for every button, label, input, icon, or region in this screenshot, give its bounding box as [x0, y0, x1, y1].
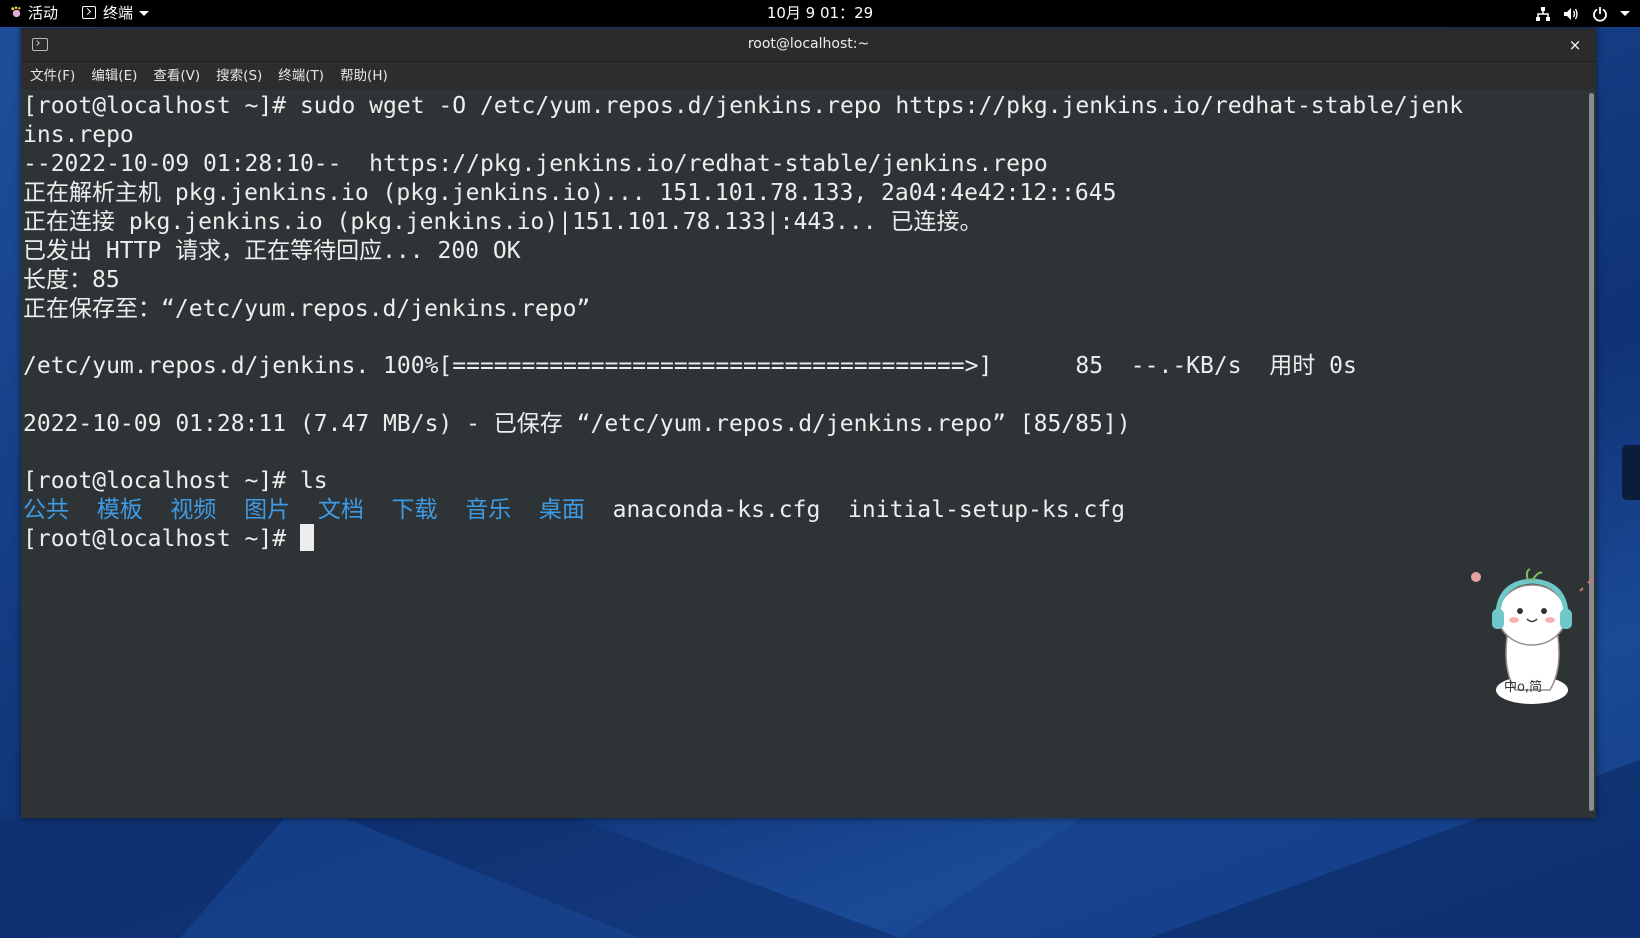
terminal-line: ins.repo	[23, 122, 134, 148]
progress-line: /etc/yum.repos.d/jenkins. 100%[=========…	[23, 353, 1357, 379]
file-entry: anaconda-ks.cfg	[612, 497, 821, 523]
ls-output: 公共 模板 视频 图片 文档 下载 音乐 桌面 anaconda-ks.cfg …	[23, 495, 1125, 525]
terminal-line: 正在连接 pkg.jenkins.io (pkg.jenkins.io)|151…	[23, 209, 983, 235]
workspace-handle[interactable]	[1622, 445, 1640, 500]
terminal-line: 已发出 HTTP 请求，正在等待回应... 200 OK	[23, 238, 521, 264]
sticker-text: 中o,简	[1504, 679, 1542, 695]
gnome-foot-icon	[11, 6, 21, 18]
system-tray[interactable]	[1535, 0, 1630, 27]
dir-entry: 音乐	[465, 497, 512, 523]
terminal-line: [root@localhost ~]# sudo wget -O /etc/yu…	[23, 93, 1464, 119]
terminal-window: root@localhost:~ × 文件(F) 编辑(E) 查看(V) 搜索(S) 终…	[21, 28, 1596, 818]
app-menu-label: 终端	[103, 4, 134, 22]
menu-edit[interactable]: 编辑(E)	[83, 62, 145, 90]
prompt-line: [root@localhost ~]#	[23, 524, 314, 554]
terminal-line: 正在保存至：“/etc/yum.repos.d/jenkins.repo”	[23, 296, 591, 322]
activities-button[interactable]: 活动	[10, 0, 58, 27]
dir-entry: 下载	[391, 497, 438, 523]
dir-entry: 文档	[317, 497, 364, 523]
terminal-line: --2022-10-09 01:28:10-- https://pkg.jenk…	[23, 151, 1048, 177]
terminal-line: [root@localhost ~]# ls	[23, 468, 328, 494]
terminal-icon	[82, 6, 96, 19]
dir-entry: 桌面	[538, 497, 585, 523]
menu-bar: 文件(F) 编辑(E) 查看(V) 搜索(S) 终端(T) 帮助(H)	[21, 62, 1596, 90]
window-titlebar[interactable]: root@localhost:~ ×	[21, 28, 1596, 62]
app-menu-terminal[interactable]: 终端	[82, 0, 150, 27]
activities-label: 活动	[28, 4, 59, 22]
clock[interactable]: 10月 9 01：29	[0, 0, 1640, 27]
menu-view[interactable]: 查看(V)	[145, 62, 208, 90]
chevron-down-icon	[1620, 11, 1630, 16]
close-button[interactable]: ×	[1565, 35, 1585, 55]
top-bar: 活动 终端 10月 9 01：29	[0, 0, 1640, 27]
menu-terminal[interactable]: 终端(T)	[270, 62, 332, 90]
dir-entry: 模板	[96, 497, 143, 523]
new-tab-icon[interactable]	[32, 38, 48, 51]
terminal-line: 正在解析主机 pkg.jenkins.io (pkg.jenkins.io)..…	[23, 180, 1117, 206]
menu-help[interactable]: 帮助(H)	[332, 62, 396, 90]
dir-entry: 图片	[244, 497, 291, 523]
terminal-line: 2022-10-09 01:28:11 (7.47 MB/s) - 已保存 “/…	[23, 411, 1131, 437]
prompt: [root@localhost ~]#	[23, 526, 300, 552]
terminal-line: 长度：85	[23, 267, 120, 293]
text-cursor	[299, 524, 314, 551]
file-entry: initial-setup-ks.cfg	[848, 497, 1125, 523]
terminal-output[interactable]: [root@localhost ~]# sudo wget -O /etc/yu…	[21, 91, 1588, 818]
window-title: root@localhost:~	[747, 36, 870, 52]
cartoon-sticker: 中o,简	[1471, 568, 1593, 704]
power-icon	[1593, 6, 1607, 22]
menu-search[interactable]: 搜索(S)	[208, 62, 270, 90]
dir-entry: 视频	[170, 497, 217, 523]
dir-entry: 公共	[23, 497, 69, 523]
network-icon	[1536, 6, 1550, 21]
chevron-down-icon	[139, 11, 150, 16]
menu-file[interactable]: 文件(F)	[21, 62, 83, 90]
volume-icon	[1564, 7, 1578, 20]
